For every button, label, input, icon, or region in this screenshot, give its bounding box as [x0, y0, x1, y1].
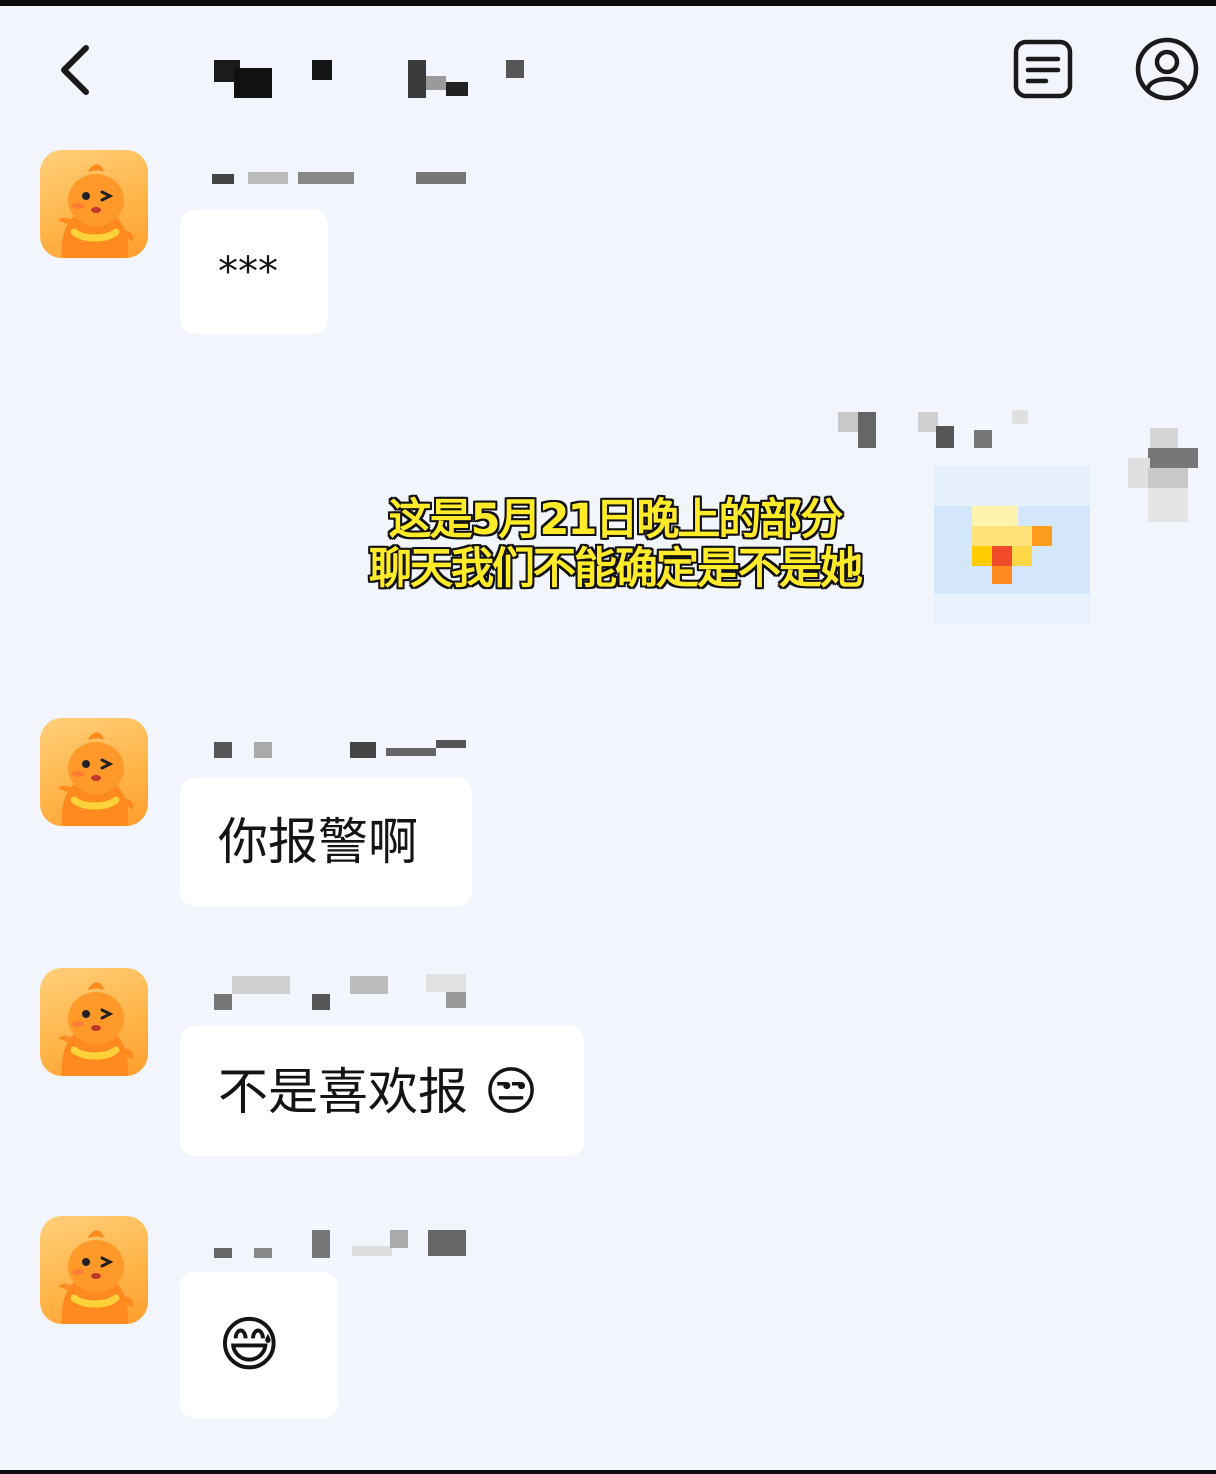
unamused-face-emoji-icon: 😒	[483, 1062, 539, 1122]
my-avatar-redacted[interactable]	[1128, 428, 1200, 524]
contact-avatar[interactable]	[40, 1216, 148, 1324]
message-bubble[interactable]: 不是喜欢报 😒	[180, 1026, 584, 1156]
video-caption: 这是5月21日晚上的部分 聊天我们不能确定是不是她	[300, 496, 930, 594]
message-bubble[interactable]: 😅	[180, 1272, 338, 1418]
mascot-avatar-icon	[58, 982, 134, 1076]
profile-icon	[1135, 37, 1199, 101]
image-message-redacted[interactable]	[934, 466, 1090, 624]
sender-name-redacted	[186, 972, 476, 1010]
contact-avatar[interactable]	[40, 150, 148, 258]
contact-avatar[interactable]	[40, 718, 148, 826]
sender-name-redacted	[186, 168, 476, 192]
message-text: ***	[218, 249, 278, 295]
caption-line-1: 这是5月21日晚上的部分	[388, 495, 844, 545]
mascot-avatar-icon	[58, 732, 134, 826]
message-bubble[interactable]: ***	[180, 210, 328, 334]
chat-header	[0, 6, 1216, 136]
sender-name-redacted	[832, 408, 1032, 448]
caption-line-2: 聊天我们不能确定是不是她	[369, 544, 863, 594]
message-text: 不是喜欢报 😒	[218, 1062, 538, 1122]
chevron-left-icon	[61, 45, 89, 95]
message-text: 你报警啊	[218, 813, 418, 871]
bottom-edge	[0, 1470, 1216, 1474]
sweat-smile-emoji-icon: 😅	[218, 1310, 281, 1380]
chat-title-redacted	[210, 54, 540, 104]
mascot-avatar-icon	[58, 1230, 134, 1324]
list-document-icon	[1013, 39, 1073, 99]
chat-info-button[interactable]	[1012, 38, 1074, 100]
message-text-body: 不是喜欢报	[218, 1063, 468, 1121]
back-button[interactable]	[56, 40, 100, 100]
sender-name-redacted	[186, 736, 476, 760]
sender-name-redacted	[186, 1226, 476, 1258]
message-bubble[interactable]: 你报警啊	[180, 778, 472, 906]
contact-avatar[interactable]	[40, 968, 148, 1076]
profile-button[interactable]	[1134, 36, 1200, 102]
mascot-avatar-icon	[58, 164, 134, 258]
